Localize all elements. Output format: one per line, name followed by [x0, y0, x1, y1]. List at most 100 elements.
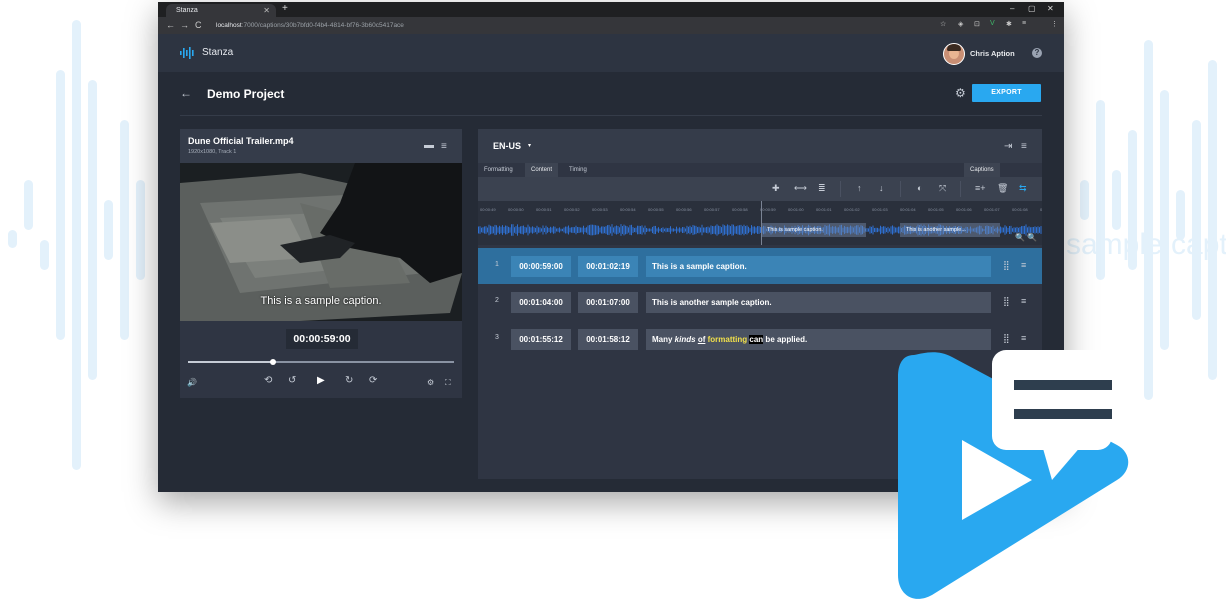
caption-start-time[interactable]: 00:00:59:00 — [511, 256, 571, 277]
bookmark-star-icon[interactable]: ☆ — [940, 20, 946, 28]
tab-formatting[interactable]: Formatting — [478, 163, 519, 177]
row-menu-icon[interactable]: ≡ — [1021, 296, 1026, 306]
background-bar — [1192, 120, 1201, 320]
background-watermark-text: sample caption — [1066, 228, 1226, 261]
help-icon[interactable]: ? — [1032, 48, 1042, 58]
delete-icon[interactable]: 🗑 — [997, 183, 1008, 194]
minimize-icon[interactable]: – — [1010, 4, 1014, 13]
ruler-tick-label: 00:01:08 — [1012, 207, 1028, 212]
play-icon[interactable]: ▶ — [317, 375, 325, 386]
fullscreen-icon[interactable]: ⛶ — [445, 378, 451, 388]
caption-row-number: 3 — [495, 334, 499, 341]
export-button[interactable]: EXPORT — [972, 84, 1041, 102]
maximize-icon[interactable]: ▢ — [1028, 4, 1036, 13]
extension-link-icon[interactable]: ⊡ — [974, 20, 980, 28]
ruler-tick-label: 00:01:09 — [1040, 207, 1042, 212]
ruler-tick-label: 00:00:58 — [732, 207, 748, 212]
toolbar-divider — [840, 181, 841, 197]
new-tab-button[interactable]: + — [282, 3, 288, 14]
gear-icon[interactable]: ⚙ — [955, 86, 966, 100]
waveform-timeline[interactable]: 00:00:49 00:00:50 00:00:51 00:00:52 00:00:53… — [478, 201, 1042, 245]
browser-menu-icon[interactable]: ⋮ — [1051, 20, 1058, 28]
skip-forward-icon[interactable]: ↻ — [345, 375, 353, 386]
caption-row[interactable]: 2 00:01:04:00 00:01:07:00 This is anothe… — [478, 284, 1042, 320]
move-up-icon[interactable]: ↑ — [857, 183, 862, 193]
zoom-in-icon[interactable]: 🔍 — [1027, 233, 1037, 242]
extension-puzzle-icon[interactable]: ✱ — [1006, 20, 1012, 28]
skip-forward-long-icon[interactable]: ⟳ — [369, 375, 377, 386]
url-path: :7000/captions/30b7bfd0-f4b4-4814-bf76-3… — [241, 22, 404, 29]
tab-content[interactable]: Content — [525, 163, 559, 177]
zoom-out-icon[interactable]: 🔍 — [1015, 233, 1025, 242]
insert-row-icon[interactable]: ≡+ — [975, 183, 986, 193]
reading-list-icon[interactable]: ≡ — [1022, 20, 1026, 27]
caption-text-field[interactable]: This is a sample caption. — [646, 256, 991, 277]
video-player[interactable]: This is a sample caption. — [180, 163, 462, 321]
split-icon[interactable]: ⟷ — [794, 183, 807, 194]
back-arrow-icon[interactable]: ← — [180, 86, 192, 100]
background-bar — [40, 240, 49, 270]
caption-end-time[interactable]: 00:01:07:00 — [578, 292, 638, 313]
timeline-playhead[interactable] — [761, 201, 762, 245]
move-down-icon[interactable]: ↓ — [879, 183, 884, 193]
chevron-down-icon[interactable]: ▾ — [528, 142, 531, 149]
url-field[interactable]: localhost:7000/captions/30b7bfd0-f4b4-48… — [216, 19, 936, 32]
caption-start-time[interactable]: 00:01:04:00 — [511, 292, 571, 313]
close-icon[interactable]: ✕ — [263, 4, 270, 17]
background-bar — [8, 230, 17, 248]
extension-vue-icon[interactable]: V — [990, 20, 995, 27]
caption-row[interactable]: 1 00:00:59:00 00:01:02:19 This is a samp… — [478, 248, 1042, 284]
caption-toolbar: ✚ ⟷ ≣ ↑ ↓ ◐ ⤧ ≡+ 🗑 ⇆ — [478, 177, 1042, 201]
back-arrow-icon[interactable]: ← — [166, 20, 175, 30]
drag-grid-icon[interactable]: ⣿ — [1003, 296, 1010, 307]
list-icon[interactable]: ≣ — [818, 183, 826, 194]
header-divider — [180, 115, 1042, 116]
skip-back-long-icon[interactable]: ⟲ — [264, 375, 272, 386]
browser-tab-title: Stanza — [176, 7, 198, 14]
sync-icon[interactable]: ⇆ — [1019, 183, 1027, 194]
row-menu-icon[interactable]: ≡ — [1021, 333, 1026, 343]
page-title: Demo Project — [207, 87, 285, 101]
window-close-icon[interactable]: ✕ — [1047, 4, 1054, 13]
menu-icon[interactable]: ≡ — [1021, 141, 1027, 152]
add-caption-icon[interactable]: ✚ — [772, 183, 780, 194]
drag-grid-icon[interactable]: ⣿ — [1003, 333, 1010, 344]
background-bar — [120, 120, 129, 340]
user-name[interactable]: Chris Aption — [970, 49, 1015, 58]
browser-address-bar: ← → C localhost:7000/captions/30b7bfd0-f… — [158, 17, 1064, 34]
reload-icon[interactable]: C — [195, 20, 202, 30]
folder-icon[interactable]: ▬ — [424, 140, 434, 151]
volume-icon[interactable]: 🔊 — [187, 378, 197, 387]
merge-icon[interactable]: ⤧ — [939, 183, 946, 194]
scrubber-handle[interactable] — [270, 359, 277, 365]
app-header: Stanza Chris Aption ? — [158, 34, 1064, 72]
settings-icon[interactable]: ⚙ — [427, 378, 434, 387]
import-icon[interactable]: ⇥ — [1004, 141, 1012, 152]
ruler-tick-label: 00:01:02 — [844, 207, 860, 212]
scrubber-progress — [188, 361, 274, 363]
video-scrubber[interactable] — [188, 359, 454, 365]
tab-captions[interactable]: Captions — [964, 163, 1000, 177]
toggle-icon[interactable]: ◐ — [917, 183, 922, 193]
forward-arrow-icon[interactable]: → — [180, 20, 189, 30]
waveform-caption-block[interactable]: This is another sample... — [900, 223, 1000, 237]
tab-timing[interactable]: Timing — [563, 163, 593, 177]
drag-grid-icon[interactable]: ⣿ — [1003, 260, 1010, 271]
language-select[interactable]: EN-US — [493, 141, 521, 151]
current-time-display: 00:00:59:00 — [286, 329, 358, 349]
avatar[interactable] — [943, 43, 965, 65]
row-menu-icon[interactable]: ≡ — [1021, 260, 1026, 270]
caption-text-field[interactable]: This is another sample caption. — [646, 292, 991, 313]
ruler-tick-label: 00:00:54 — [620, 207, 636, 212]
ruler-tick-label: 00:00:51 — [536, 207, 552, 212]
browser-tab[interactable]: Stanza ✕ — [166, 4, 276, 17]
waveform-caption-block[interactable]: This is sample caption. — [761, 223, 866, 237]
caption-end-time[interactable]: 00:01:02:19 — [578, 256, 638, 277]
ruler-tick-label: 00:01:03 — [872, 207, 888, 212]
avatar-hair — [947, 44, 961, 51]
skip-back-icon[interactable]: ↺ — [288, 375, 296, 386]
caption-end-time[interactable]: 00:01:58:12 — [578, 329, 638, 350]
extension-shield-icon[interactable]: ◈ — [958, 20, 963, 28]
menu-icon[interactable]: ≡ — [441, 141, 447, 152]
caption-start-time[interactable]: 00:01:55:12 — [511, 329, 571, 350]
